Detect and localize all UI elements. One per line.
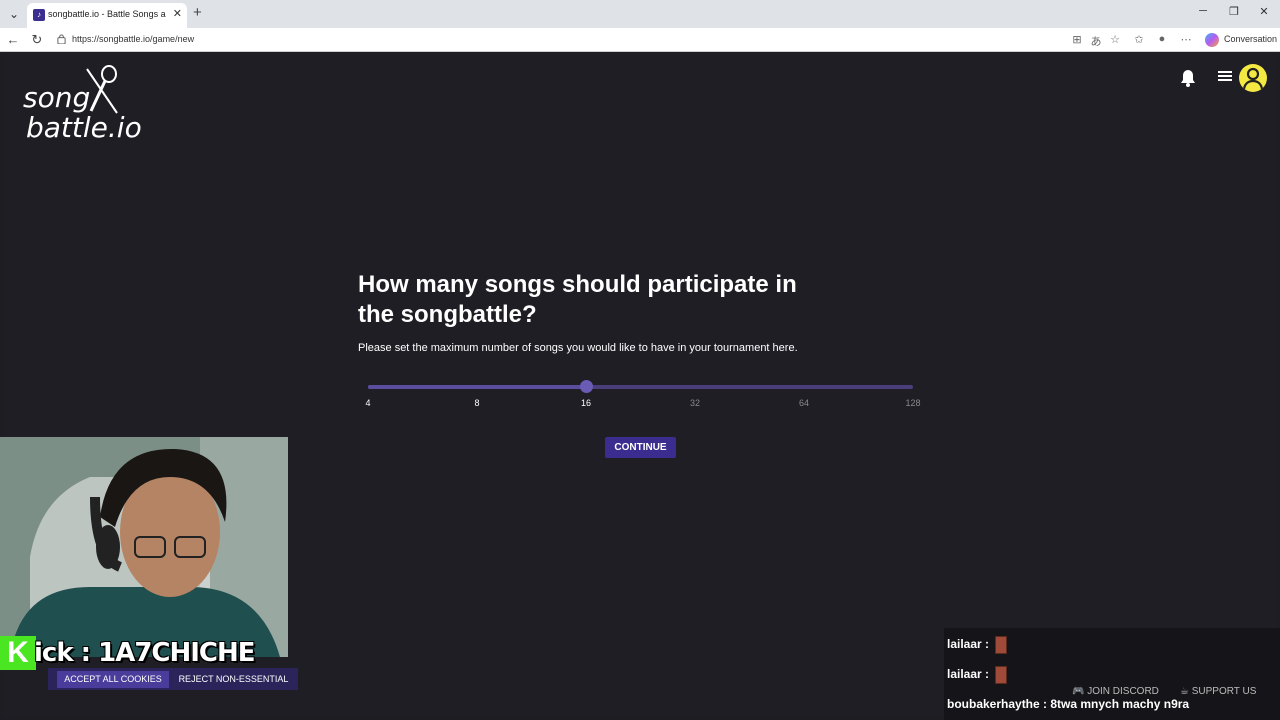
minimize-icon[interactable]: ─ [1193,5,1213,17]
tab-close-icon[interactable]: ✕ [173,7,182,20]
chat-username: lailaar [947,667,982,682]
translate-icon[interactable]: あ [1089,33,1103,49]
join-discord-label: JOIN DISCORD [1087,686,1159,697]
notification-bell-icon[interactable] [1180,69,1196,87]
continue-button[interactable]: CONTINUE [605,437,676,458]
window-close-icon[interactable]: ✕ [1254,5,1274,18]
logo-word-song: song [23,81,91,114]
favorite-star-icon[interactable]: ☆ [1108,33,1122,46]
songbattle-logo[interactable]: song battle.io [23,65,143,145]
song-count-slider[interactable] [368,380,913,393]
chat-username: lailaar [947,637,982,652]
streamer-video-image [0,437,288,657]
profile-icon[interactable]: ● [1155,33,1169,45]
url-text: https://songbattle.io/game/new [72,34,195,44]
stream-chat-overlay: lailaar : lailaar : boubakerhaythe : 8tw… [944,628,1280,720]
page-description: Please set the maximum number of songs y… [358,342,798,354]
support-us-label: SUPPORT US [1191,686,1257,697]
slider-tick-label: 4 [365,398,371,408]
restore-icon[interactable]: ❐ [1224,5,1244,18]
join-discord-button[interactable]: 🎮 JOIN DISCORD [1072,686,1162,702]
address-bar: ← ↻ https://songbattle.io/game/new ⊞ あ ☆… [0,28,1280,52]
coffee-cup-icon: ☕ [1180,686,1189,697]
slider-fill [368,385,586,389]
user-silhouette-icon [1242,67,1264,90]
site-info-icon[interactable] [57,34,66,44]
conversation-label[interactable]: Conversation [1224,34,1277,44]
chat-message: lailaar : [947,666,1008,684]
browser-tab-bar: ⌄ ♪ songbattle.io - Battle Songs again ✕… [0,0,1280,28]
slider-tick-label: 64 [798,398,810,408]
tab-title: songbattle.io - Battle Songs again [48,9,166,19]
webcam-overlay [0,437,288,657]
back-arrow-icon[interactable]: ← [5,32,21,47]
logo-word-battle: battle.io [26,111,142,144]
kick-channel-banner: K ick : 1A7CHICHE [0,636,294,672]
chat-emote-icon [995,666,1008,684]
chat-emote-icon [995,636,1008,654]
slider-tick-label: 128 [905,398,921,408]
hamburger-menu-icon[interactable] [1218,69,1232,83]
favorites-list-icon[interactable]: ✩ [1132,33,1146,46]
copilot-icon[interactable] [1205,33,1219,47]
chat-username: boubakerhaythe [947,697,1040,711]
browser-tab-active[interactable]: ♪ songbattle.io - Battle Songs again ✕ [27,3,187,28]
kick-channel-name: ick : 1A7CHICHE [34,638,256,668]
songbattle-favicon-icon: ♪ [33,9,45,21]
url-field[interactable]: https://songbattle.io/game/new [52,30,1092,50]
slider-thumb[interactable] [580,380,593,393]
slider-tick-label: 32 [689,398,701,408]
chat-message: lailaar : [947,636,1008,654]
slider-tick-label: 8 [474,398,480,408]
slider-tick-label: 16 [580,398,592,408]
kick-logo-letter: K [0,636,36,670]
discord-icon: 🎮 [1072,686,1085,697]
user-avatar[interactable] [1239,64,1267,92]
support-us-button[interactable]: ☕ SUPPORT US [1180,686,1270,702]
tab-list-chevron-icon[interactable]: ⌄ [5,5,23,23]
accept-cookies-button[interactable]: ACCEPT ALL COOKIES [57,671,169,688]
app-available-icon[interactable]: ⊞ [1070,33,1084,46]
new-tab-plus-icon[interactable]: + [193,4,202,21]
reload-icon[interactable]: ↻ [29,32,45,48]
page-title: How many songs should participate in the… [358,271,797,328]
more-options-icon[interactable]: ⋯ [1179,33,1193,46]
reject-cookies-button[interactable]: REJECT NON-ESSENTIAL [176,671,291,688]
